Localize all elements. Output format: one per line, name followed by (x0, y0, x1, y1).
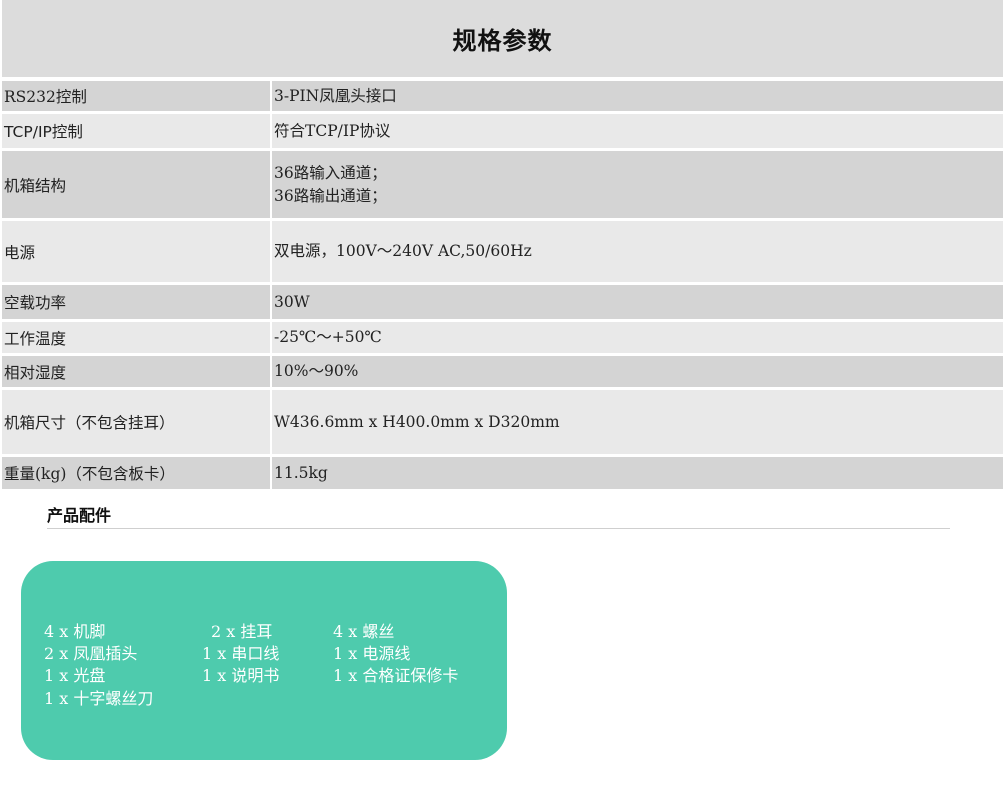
spec-value-line: 双电源，100V～240V AC,50/60Hz (274, 242, 532, 260)
accessory-item: 4 x 机脚 (44, 622, 106, 641)
spec-value-line: 10%～90% (274, 362, 359, 380)
accessory-item: 4 x 螺丝 (333, 622, 395, 641)
spec-row-tcpip: TCP/IP控制 符合TCP/IP协议 (2, 114, 1003, 148)
accessory-item: 1 x 说明书 (202, 666, 280, 685)
spec-value-line: 30W (274, 292, 310, 311)
spec-label: 电源 (2, 221, 270, 282)
spec-label: 工作温度 (2, 322, 270, 353)
page-title: 规格参数 (452, 27, 553, 55)
accessories-heading: 产品配件 (47, 506, 112, 525)
spec-value-line: -25℃～+50℃ (274, 328, 382, 346)
spec-row-chassis: 机箱结构 36路输入通道； 36路输出通道； (2, 151, 1003, 218)
accessories-heading-bar: 产品配件 (47, 502, 950, 529)
accessories-box: 4 x 机脚 2 x 挂耳 4 x 螺丝 2 x 凤凰插头 1 x 串口线 1 … (21, 561, 507, 760)
accessory-item: 1 x 电源线 (333, 644, 411, 663)
spec-value: 3-PIN凤凰头接口 (272, 81, 1003, 111)
spec-label: 空载功率 (2, 285, 270, 319)
spec-value-line: 11.5kg (274, 463, 328, 482)
accessory-item: 1 x 光盘 (44, 666, 106, 685)
spec-label: 重量(kg)（不包含板卡） (2, 457, 270, 489)
spec-row-weight: 重量(kg)（不包含板卡） 11.5kg (2, 457, 1003, 489)
spec-label: TCP/IP控制 (2, 114, 270, 148)
accessory-item: 1 x 十字螺丝刀 (44, 689, 154, 708)
spec-value: 30W (272, 285, 1003, 319)
accessory-item: 1 x 合格证保修卡 (333, 666, 459, 685)
spec-row-temperature: 工作温度 -25℃～+50℃ (2, 322, 1003, 353)
accessory-item: 2 x 挂耳 (211, 622, 273, 641)
spec-value: 11.5kg (272, 457, 1003, 489)
spec-label: 机箱结构 (2, 151, 270, 218)
spec-value: 10%～90% (272, 356, 1003, 387)
spec-value: 双电源，100V～240V AC,50/60Hz (272, 221, 1003, 282)
spec-row-dimensions: 机箱尺寸（不包含挂耳） W436.6mm x H400.0mm x D320mm (2, 390, 1003, 454)
spec-value-line: 36路输出通道； (274, 186, 387, 205)
spec-value: W436.6mm x H400.0mm x D320mm (272, 390, 1003, 454)
spec-value: 36路输入通道； 36路输出通道； (272, 151, 1003, 218)
spec-row-rs232: RS232控制 3-PIN凤凰头接口 (2, 81, 1003, 111)
spec-value: -25℃～+50℃ (272, 322, 1003, 353)
accessory-item: 1 x 串口线 (202, 644, 280, 663)
spec-value-line: W436.6mm x H400.0mm x D320mm (274, 412, 560, 431)
spec-label: RS232控制 (2, 81, 270, 111)
spec-value-line: 36路输入通道； (274, 163, 387, 182)
title-bar: 规格参数 (2, 0, 1003, 77)
spec-table: RS232控制 3-PIN凤凰头接口 TCP/IP控制 符合TCP/IP协议 机… (2, 81, 1003, 492)
spec-row-power: 电源 双电源，100V～240V AC,50/60Hz (2, 221, 1003, 282)
spec-value-line: 符合TCP/IP协议 (274, 121, 391, 140)
accessory-item: 2 x 凤凰插头 (44, 644, 138, 663)
spec-row-humidity: 相对湿度 10%～90% (2, 356, 1003, 387)
spec-label: 机箱尺寸（不包含挂耳） (2, 390, 270, 454)
spec-row-idle-power: 空载功率 30W (2, 285, 1003, 319)
spec-label: 相对湿度 (2, 356, 270, 387)
spec-value-line: 3-PIN凤凰头接口 (274, 86, 397, 105)
spec-value: 符合TCP/IP协议 (272, 114, 1003, 148)
